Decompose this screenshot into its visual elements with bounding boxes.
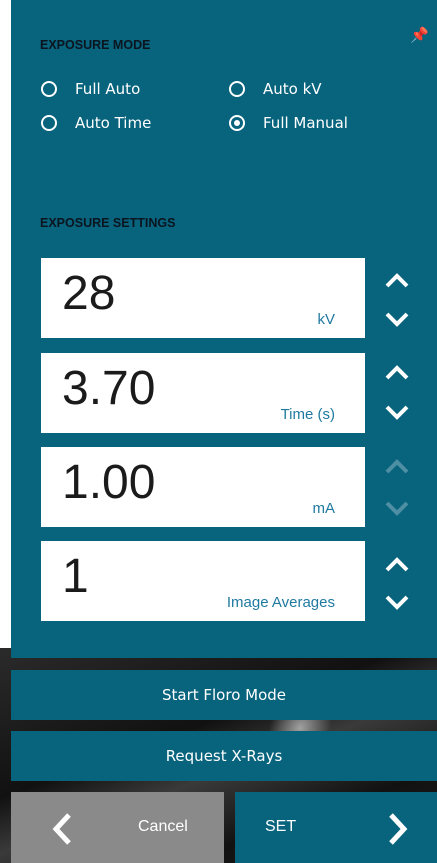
time-unit: Time (s): [280, 406, 335, 423]
set-label: SET: [265, 818, 297, 835]
time-field[interactable]: 3.70 Time (s): [41, 353, 365, 433]
cancel-button[interactable]: Cancel: [11, 792, 224, 863]
chevron-left-icon: [52, 813, 71, 845]
kv-increment-chevron-up-icon[interactable]: [383, 268, 411, 292]
ma-decrement-chevron-down-icon: [383, 497, 411, 521]
radio-full-auto[interactable]: Full Auto: [41, 80, 140, 98]
radio-label: Full Manual: [263, 114, 348, 132]
radio-label: Full Auto: [75, 80, 141, 98]
exposure-settings-title: EXPOSURE SETTINGS: [40, 216, 176, 230]
cancel-label: Cancel: [138, 818, 188, 835]
radio-full-manual[interactable]: Full Manual: [229, 114, 348, 132]
request-x-rays-button[interactable]: Request X-Rays: [11, 731, 437, 781]
ma-value: 1.00: [62, 456, 156, 509]
kv-value: 28: [62, 267, 116, 320]
ma-increment-chevron-up-icon: [383, 454, 411, 478]
radio-circle[interactable]: [41, 115, 57, 131]
image-averages-increment-chevron-up-icon[interactable]: [383, 552, 411, 576]
set-button[interactable]: SET: [235, 792, 437, 863]
chevron-right-icon: [389, 813, 408, 845]
ma-unit: mA: [312, 500, 336, 517]
image-averages-field[interactable]: 1 Image Averages: [41, 541, 365, 621]
radio-circle[interactable]: [41, 81, 57, 97]
time-increment-chevron-up-icon[interactable]: [383, 360, 411, 384]
image-averages-value: 1: [62, 550, 89, 603]
radio-auto-time[interactable]: Auto Time: [41, 114, 151, 132]
radio-auto-kv[interactable]: Auto kV: [229, 80, 322, 98]
ma-field[interactable]: 1.00 mA: [41, 447, 365, 527]
image-averages-unit: Image Averages: [226, 594, 335, 611]
kv-field[interactable]: 28 kV: [41, 258, 365, 338]
radio-label: Auto Time: [75, 114, 152, 132]
radio-circle[interactable]: [229, 81, 245, 97]
start-floro-mode-button[interactable]: Start Floro Mode: [11, 670, 437, 720]
kv-decrement-chevron-down-icon[interactable]: [383, 308, 411, 332]
radio-circle-selected[interactable]: [229, 115, 245, 131]
pin-icon[interactable]: 📌: [410, 26, 429, 44]
time-value: 3.70: [62, 362, 156, 415]
exposure-mode-title: EXPOSURE MODE: [40, 38, 151, 52]
kv-unit: kV: [317, 311, 335, 328]
time-decrement-chevron-down-icon[interactable]: [383, 401, 411, 425]
radio-label: Auto kV: [263, 80, 322, 98]
image-averages-decrement-chevron-down-icon[interactable]: [383, 591, 411, 615]
